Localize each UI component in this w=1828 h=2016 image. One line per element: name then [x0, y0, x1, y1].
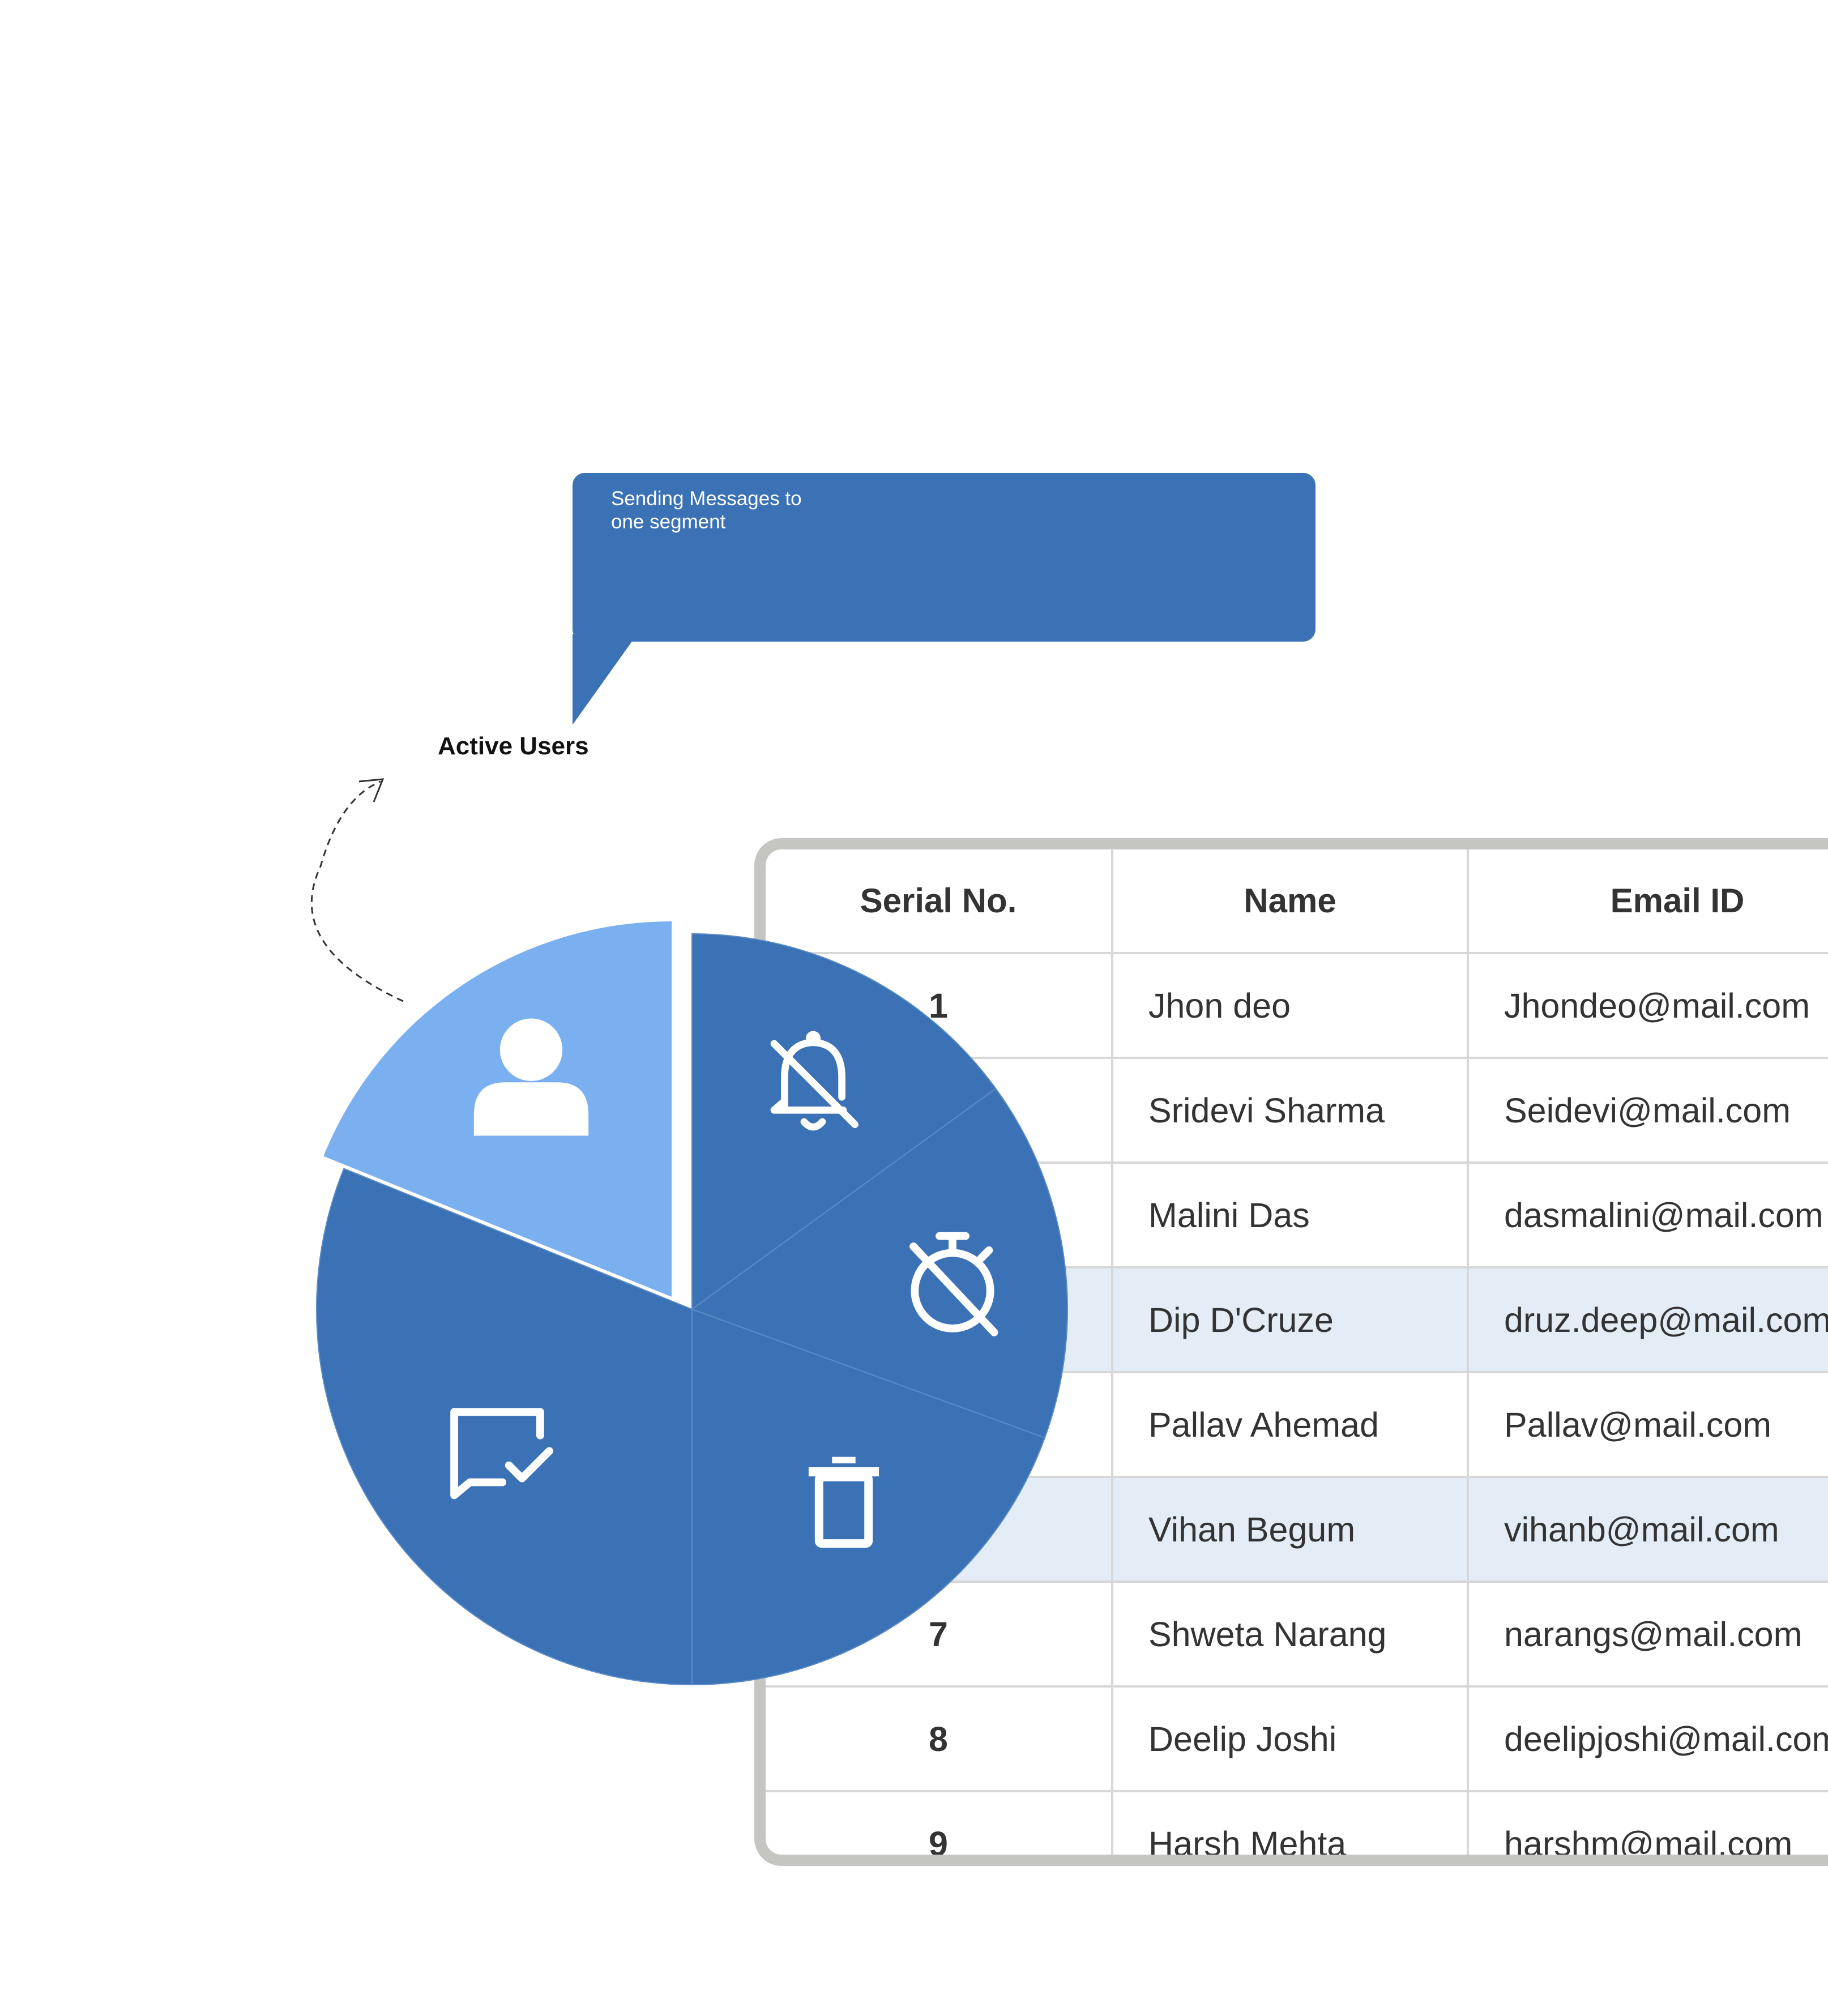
canvas: Sending Messages to one segment Active U…	[0, 0, 1828, 2016]
arrow-head-icon	[358, 778, 385, 802]
dashed-arrow	[311, 780, 404, 1002]
segment-pie	[311, 778, 1069, 1686]
